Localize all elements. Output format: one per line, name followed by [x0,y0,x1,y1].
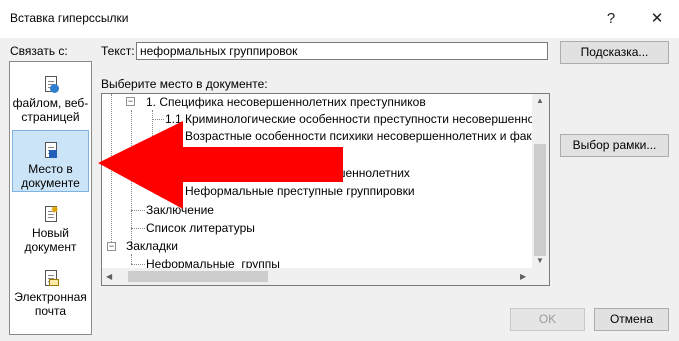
text-field-label: Текст: [101,44,135,58]
vertical-scrollbar[interactable]: ▲ ▼ [532,94,549,268]
tree-item[interactable]: 1. Специфика несовершеннолетних преступн… [146,94,426,110]
dialog-title: Вставка гиперссылки [10,11,129,25]
place-in-document[interactable]: Место в документе [12,130,89,192]
scroll-down-icon[interactable]: ▼ [536,256,544,265]
tree-item[interactable]: 1.1 Криминологические особенности престу… [165,111,534,127]
select-frame-button[interactable]: Выбор рамки... [560,134,669,157]
link-to-panel: файлом, веб-страницей Место в документе … [9,61,92,335]
scroll-corner [532,268,549,285]
help-button[interactable]: ? [597,6,625,32]
link-with-label: Связать с: [10,44,68,58]
text-to-display-input[interactable]: неформальных группировок [136,42,548,60]
place-new-document-label: Новый документ [24,226,77,254]
place-email-label: Электронная почта [14,290,87,318]
hint-button[interactable]: Подсказка... [560,41,669,64]
tree-item[interactable]: Закладки [126,238,178,254]
tree-item[interactable]: 1.2 Возрастные особенности психики несов… [165,128,537,144]
tree-item[interactable]: 2. Группы несовершеннолетних [146,148,322,164]
place-file-web[interactable]: файлом, веб-страницей [12,76,89,124]
tree-item[interactable]: 2.2 Неформальные преступные группировки [165,183,415,199]
place-email[interactable]: Электронная почта [12,270,89,318]
ok-button[interactable]: OK [510,308,585,331]
collapse-toggle-icon[interactable]: − [107,242,116,251]
new-document-icon: ✸ [43,205,59,224]
tree-item[interactable]: 2.1 Виды группировок несовершеннолетних [165,165,410,181]
collapse-toggle-icon[interactable]: − [126,97,135,106]
close-button[interactable]: ✕ [643,6,671,32]
vertical-scroll-thumb[interactable] [534,144,546,256]
scroll-left-icon[interactable]: ◀ [106,272,112,281]
title-bar: Вставка гиперссылки ? ✕ [0,0,679,38]
scroll-right-icon[interactable]: ▶ [520,272,526,281]
document-places-tree[interactable]: − 1. Специфика несовершеннолетних престу… [101,93,550,286]
tree-item[interactable]: Заключение [146,202,214,218]
cancel-button[interactable]: Отмена [594,308,669,331]
place-in-document-icon [43,142,59,160]
email-icon [43,270,59,288]
file-web-icon [43,76,59,94]
scroll-up-icon[interactable]: ▲ [536,96,544,105]
place-file-web-label: файлом, веб-страницей [12,96,89,124]
horizontal-scroll-thumb[interactable] [128,271,268,282]
place-new-document[interactable]: ✸ Новый документ [12,205,89,254]
insert-hyperlink-dialog: Вставка гиперссылки ? ✕ Связать с: файло… [0,0,679,341]
choose-place-label: Выберите место в документе: [101,77,268,91]
place-in-document-label: Место в документе [21,162,80,190]
tree-item[interactable]: Список литературы [146,220,255,236]
horizontal-scrollbar[interactable]: ◀ ▶ [102,268,532,285]
